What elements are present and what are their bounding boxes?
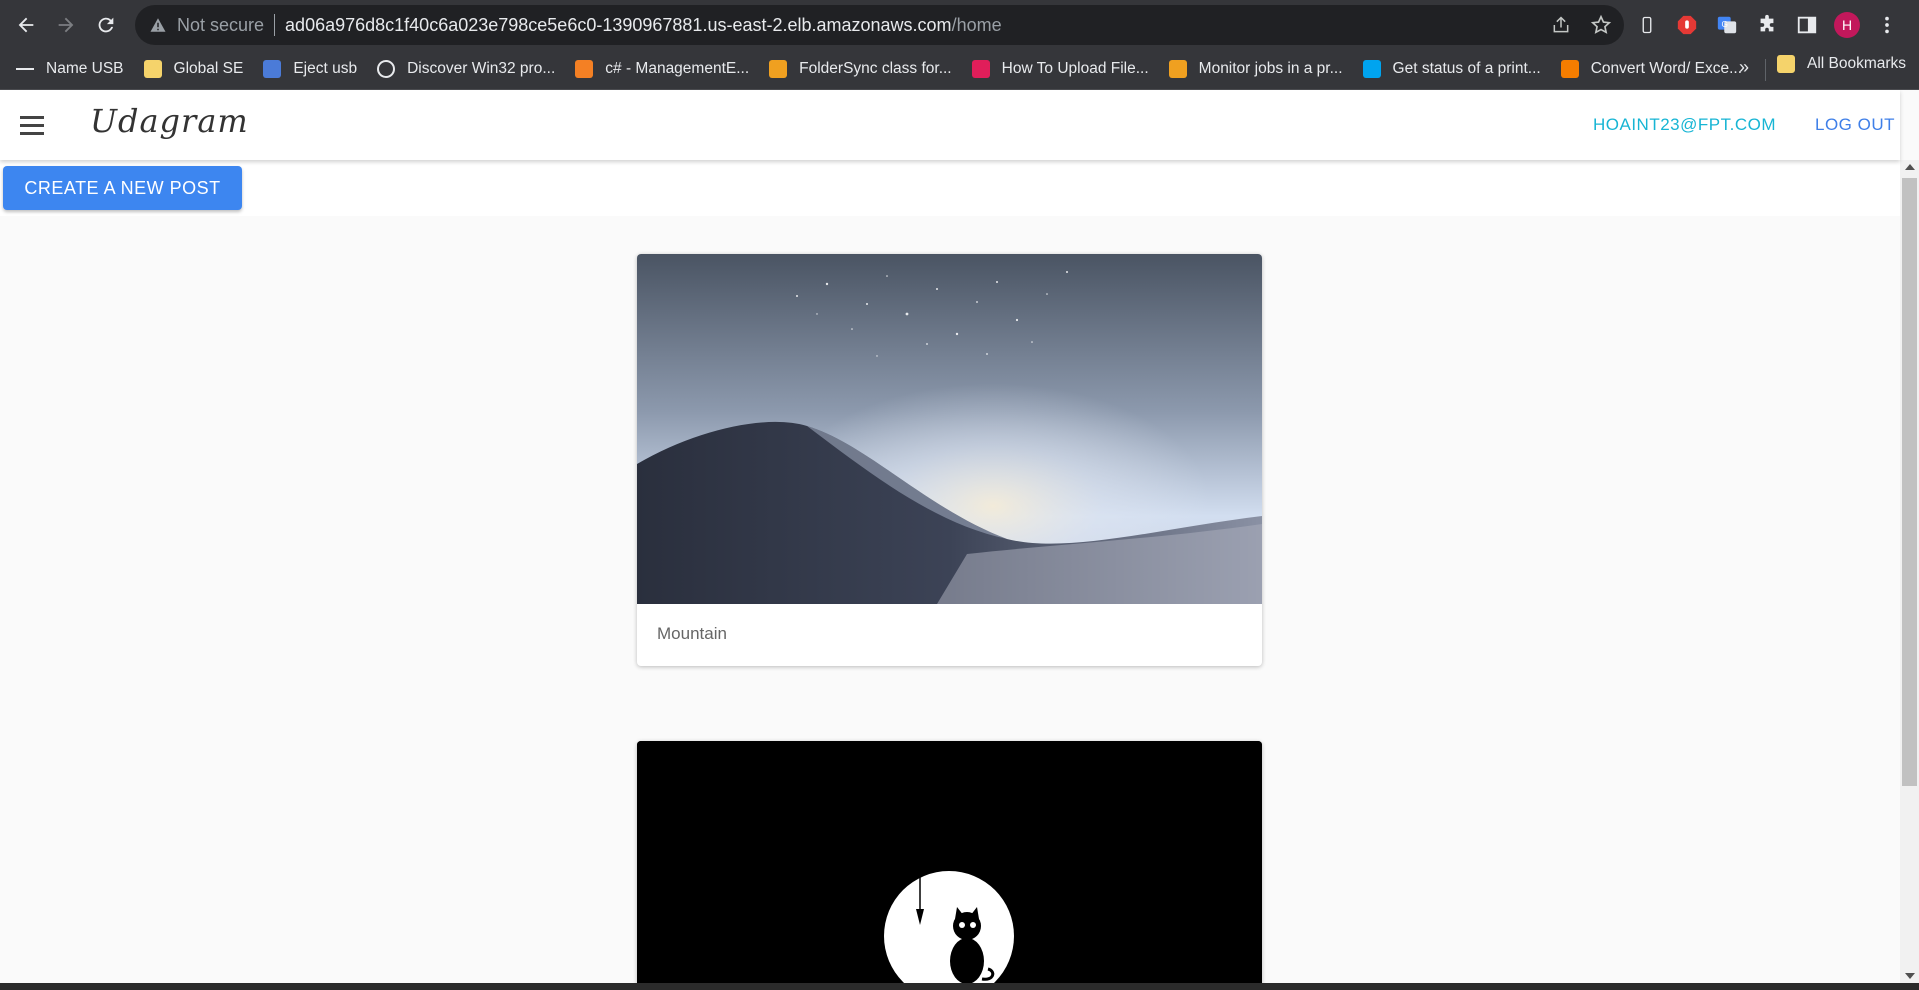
feed-item: Mountain <box>637 254 1262 666</box>
brand-logo[interactable]: Udagram <box>90 102 249 140</box>
dash-icon <box>16 68 34 70</box>
bookmark-item[interactable]: FolderSync class for... <box>769 54 961 84</box>
all-bookmarks-button[interactable]: All Bookmarks <box>1777 55 1906 73</box>
back-arrow-icon <box>18 17 34 32</box>
github-icon <box>377 60 396 78</box>
hamburger-menu-icon[interactable] <box>20 112 50 138</box>
web-page: Udagram HOAINT23@FPT.COM LOG OUT CREATE … <box>0 90 1919 983</box>
bookmark-label: c# - ManagementE... <box>605 60 750 77</box>
bookmark-item[interactable]: Convert Word/ Exce... <box>1560 54 1752 84</box>
post-image-mountain[interactable] <box>637 254 1262 604</box>
bookmark-item[interactable]: Name USB <box>16 54 134 84</box>
bookmark-label: FolderSync class for... <box>799 60 952 77</box>
slack-icon <box>971 60 990 78</box>
browser-toolbar: Not secure ad06a976d8c1f40c6a023e798ce5e… <box>0 0 1919 49</box>
warning-icon <box>150 18 166 32</box>
browser-menu-icon[interactable] <box>1874 12 1900 38</box>
bookmarks-bar: Name USB Global SE Eject usb Discover Win32… <box>0 49 1919 90</box>
url-text[interactable]: ad06a976d8c1f40c6a023e798ce5e6c0-1390967… <box>285 15 1002 36</box>
share-icon[interactable] <box>1548 12 1574 38</box>
bookmark-label: Convert Word/ Exce... <box>1590 60 1743 77</box>
blogger-icon <box>1560 60 1579 78</box>
extensions-puzzle-icon[interactable] <box>1754 12 1780 38</box>
bookmark-label: Eject usb <box>293 60 358 77</box>
svg-text:G: G <box>1722 20 1728 29</box>
reload-button[interactable] <box>86 5 126 45</box>
all-bookmarks-label: All Bookmarks <box>1807 55 1907 72</box>
post-caption: Mountain <box>657 624 727 643</box>
scroll-up-icon[interactable] <box>1905 164 1915 170</box>
address-separator <box>274 14 276 36</box>
forward-arrow-icon <box>58 17 74 32</box>
back-button[interactable] <box>6 5 46 45</box>
bookmark-item[interactable]: Eject usb <box>263 54 367 84</box>
bookmark-item[interactable]: Global SE <box>143 54 254 84</box>
bookmark-label: Global SE <box>173 60 244 77</box>
bookmark-item[interactable]: Discover Win32 pro... <box>377 54 565 84</box>
microsoft-icon <box>1362 60 1381 78</box>
folder-icon <box>1777 55 1795 73</box>
usb-icon <box>263 60 282 78</box>
scroll-down-icon[interactable] <box>1905 973 1915 979</box>
bookmark-label: Monitor jobs in a pr... <box>1198 60 1343 77</box>
url-path: /home <box>951 14 1002 35</box>
bookmark-item[interactable]: Get status of a print... <box>1362 54 1551 84</box>
scrollbar-thumb[interactable] <box>1902 178 1917 786</box>
folder-icon <box>143 60 162 78</box>
adblock-icon[interactable] <box>1674 12 1700 38</box>
app-header: Udagram HOAINT23@FPT.COM LOG OUT <box>0 90 1900 160</box>
site-icon <box>1168 60 1187 78</box>
bookmark-label: Name USB <box>46 60 124 77</box>
user-email-link[interactable]: HOAINT23@FPT.COM <box>1593 115 1776 135</box>
logout-button[interactable]: LOG OUT <box>1815 115 1895 135</box>
post-image-cat[interactable] <box>637 741 1262 983</box>
stackoverflow-icon <box>575 60 594 78</box>
phone-icon[interactable] <box>1634 12 1660 38</box>
url-host: ad06a976d8c1f40c6a023e798ce5e6c0-1390967… <box>285 14 952 35</box>
omnibox-actions <box>1548 5 1614 45</box>
address-bar[interactable]: Not secure ad06a976d8c1f40c6a023e798ce5e… <box>135 5 1624 45</box>
page-scrollbar[interactable] <box>1900 160 1919 983</box>
bookmark-label: Discover Win32 pro... <box>407 60 556 77</box>
reload-icon <box>98 17 114 32</box>
bookmark-item[interactable]: Monitor jobs in a pr... <box>1168 54 1353 84</box>
extensions-area: G H <box>1634 5 1900 45</box>
site-icon <box>769 60 788 78</box>
bookmark-star-icon[interactable] <box>1588 12 1614 38</box>
translate-icon[interactable]: G <box>1714 12 1740 38</box>
feed-item <box>637 741 1262 983</box>
security-label[interactable]: Not secure <box>177 15 264 36</box>
create-post-bar <box>0 160 1900 216</box>
bookmarks-divider <box>1765 59 1766 81</box>
bookmark-label: Get status of a print... <box>1392 60 1541 77</box>
forward-button[interactable] <box>46 5 86 45</box>
create-post-button[interactable]: CREATE A NEW POST <box>3 166 242 210</box>
bookmark-item[interactable]: How To Upload File... <box>971 54 1159 84</box>
window-bottom-edge <box>0 983 1919 990</box>
profile-avatar[interactable]: H <box>1834 12 1860 38</box>
bookmark-item[interactable]: c# - ManagementE... <box>575 54 759 84</box>
bookmark-label: How To Upload File... <box>1001 60 1149 77</box>
more-bookmarks-button[interactable]: » <box>1739 57 1749 78</box>
side-panel-icon[interactable] <box>1794 12 1820 38</box>
